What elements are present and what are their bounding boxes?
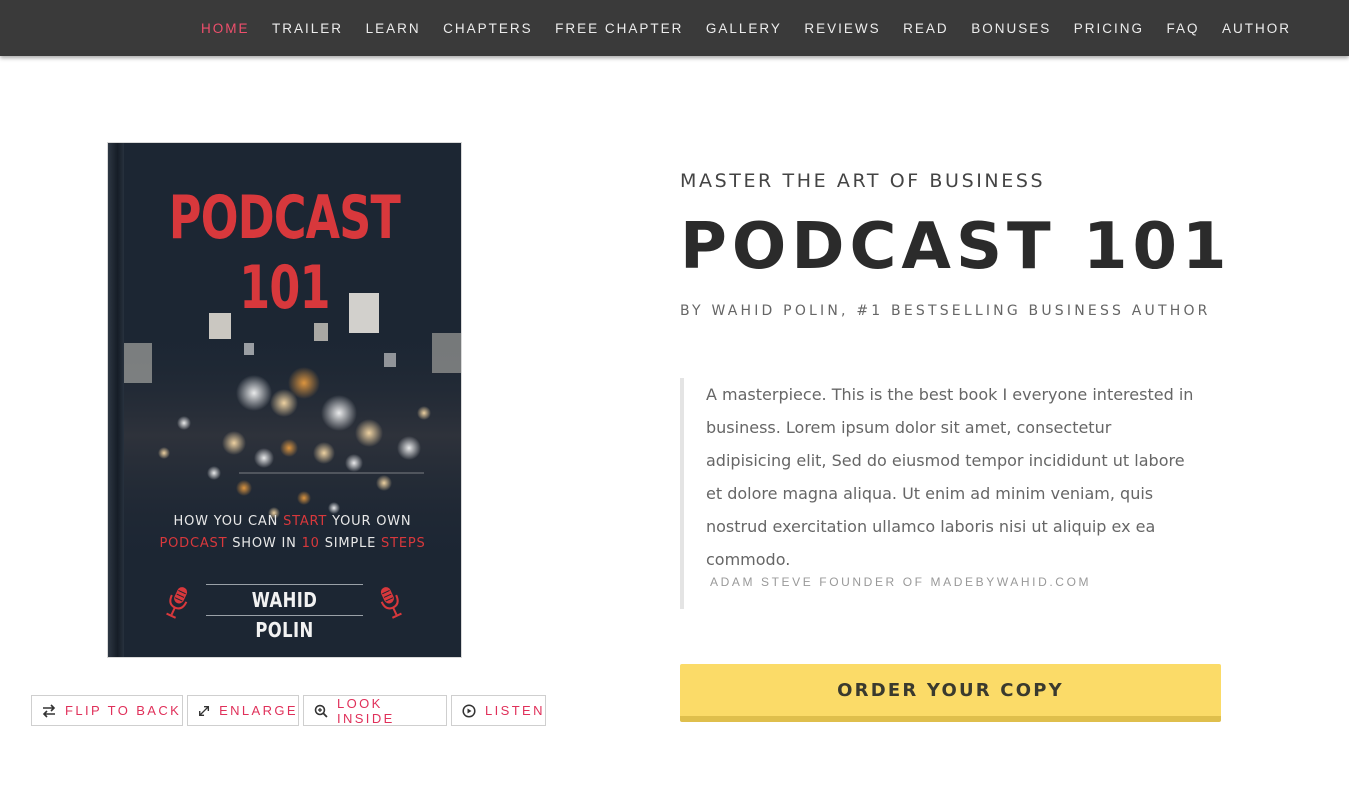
- enlarge-label: ENLARGE: [219, 703, 298, 718]
- nav-item-faq[interactable]: FAQ: [1166, 21, 1199, 36]
- nav-item-home[interactable]: HOME: [201, 21, 250, 36]
- swap-icon: [42, 703, 56, 718]
- nav-item-trailer[interactable]: TRAILER: [272, 21, 343, 36]
- testimonial-cite: ADAM STEVE FOUNDER OF MADEBYWAHID.COM: [710, 575, 1092, 589]
- book-cover[interactable]: PODCAST 101 HOW YOU CAN START YOUR OWN P…: [108, 143, 461, 657]
- order-your-copy-button[interactable]: ORDER YOUR COPY: [680, 664, 1221, 722]
- listen-button[interactable]: LISTEN: [451, 695, 546, 726]
- top-navbar: HOME TRAILER LEARN CHAPTERS FREE CHAPTER…: [0, 0, 1349, 56]
- nav-item-bonuses[interactable]: BONUSES: [971, 21, 1051, 36]
- look-inside-button[interactable]: LOOK INSIDE: [303, 695, 447, 726]
- testimonial-quote: A masterpiece. This is the best book I e…: [680, 378, 1200, 609]
- flip-to-back-label: FLIP TO BACK: [65, 703, 182, 718]
- book-spine: [108, 143, 124, 657]
- nav-menu: HOME TRAILER LEARN CHAPTERS FREE CHAPTER…: [179, 0, 1291, 56]
- nav-item-free-chapter[interactable]: FREE CHAPTER: [555, 21, 683, 36]
- nav-item-learn[interactable]: LEARN: [366, 21, 421, 36]
- nav-item-author[interactable]: AUTHOR: [1222, 21, 1291, 36]
- nav-item-reviews[interactable]: REVIEWS: [804, 21, 880, 36]
- city-lights-image: [124, 293, 461, 573]
- book-tagline-line2: PODCAST SHOW IN 10 SIMPLE STEPS: [159, 536, 426, 551]
- zoom-icon: [314, 704, 328, 718]
- nav-item-read[interactable]: READ: [903, 21, 949, 36]
- play-circle-icon: [462, 703, 476, 718]
- enlarge-button[interactable]: ENLARGE: [187, 695, 299, 726]
- page-title: PODCAST 101: [680, 210, 1232, 284]
- microphone-icon: [166, 587, 188, 619]
- microphone-icon: [380, 587, 402, 619]
- listen-label: LISTEN: [485, 703, 545, 718]
- author-byline: BY WAHID POLIN, #1 BESTSELLING BUSINESS …: [680, 303, 1211, 319]
- expand-icon: [199, 705, 210, 716]
- book-tagline-line1: HOW YOU CAN START YOUR OWN: [173, 514, 412, 529]
- nav-item-chapters[interactable]: CHAPTERS: [443, 21, 533, 36]
- nav-item-pricing[interactable]: PRICING: [1074, 21, 1144, 36]
- book-cover-author: WAHID POLIN: [206, 584, 363, 642]
- flip-to-back-button[interactable]: FLIP TO BACK: [31, 695, 183, 726]
- testimonial-text: A masterpiece. This is the best book I e…: [706, 385, 1194, 569]
- nav-item-gallery[interactable]: GALLERY: [706, 21, 782, 36]
- look-inside-label: LOOK INSIDE: [336, 695, 395, 726]
- hero-eyebrow: MASTER THE ART OF BUSINESS: [680, 170, 1046, 192]
